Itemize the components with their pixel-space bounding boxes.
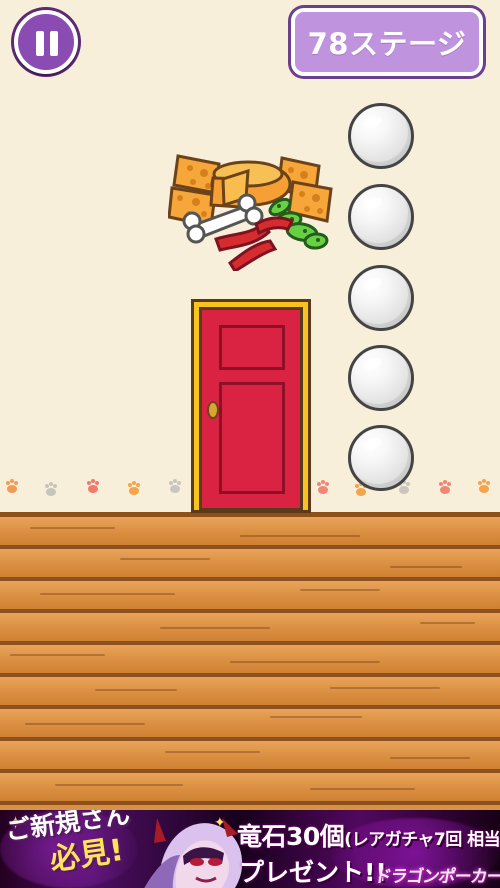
wood-grain: [390, 757, 470, 759]
wood-grain: [310, 788, 415, 790]
paw-icon: [84, 479, 102, 495]
wood-grain: [160, 627, 270, 629]
paw-icon: [3, 479, 21, 495]
paw-icon: [314, 480, 332, 496]
red-door[interactable]: [199, 307, 303, 511]
white-ball-button[interactable]: [348, 265, 414, 331]
wood-grain: [420, 622, 475, 624]
pause-icon: [36, 31, 44, 56]
white-ball-button[interactable]: [348, 184, 414, 250]
wood-grain: [240, 535, 360, 537]
door-panel: [219, 325, 285, 370]
wood-grain: [40, 593, 175, 595]
ad-banner[interactable]: ✦ ✦ ご新規さん 必見! 竜石30個(レアガチャ7回 相当) プレゼント!! …: [0, 810, 500, 888]
wood-grain: [165, 751, 260, 753]
paw-icon: [436, 480, 454, 496]
white-ball-button[interactable]: [348, 103, 414, 169]
pause-button[interactable]: [14, 10, 78, 74]
food-pile: [168, 154, 333, 271]
white-ball-button[interactable]: [348, 425, 414, 491]
wood-grain: [30, 527, 115, 529]
paw-icon: [475, 479, 493, 495]
floor-plank: [0, 581, 500, 613]
paw-icon: [125, 481, 143, 497]
paw-icon: [166, 479, 184, 495]
wood-grain: [330, 687, 440, 689]
pause-icon: [50, 31, 58, 56]
ad-right-line1: 竜石30個(レアガチャ7回 相当): [237, 817, 500, 853]
door-knob[interactable]: [207, 401, 219, 419]
wood-grain: [230, 661, 380, 663]
wood-grain: [390, 566, 462, 568]
floor-plank: [0, 741, 500, 773]
floor-plank: [0, 677, 500, 709]
floor-plank: [0, 613, 500, 645]
door-panel: [219, 382, 285, 494]
game-screen: 78ステージ ✦ ✦ ご新規さん 必見! 竜石30個(レアガチャ7回 相当) プ…: [0, 0, 500, 888]
wood-grain: [55, 784, 183, 786]
floor-plank: [0, 773, 500, 805]
floor-plank: [0, 549, 500, 581]
wood-grain: [120, 558, 210, 560]
wood-grain: [95, 689, 177, 691]
choice-column: [348, 103, 414, 493]
white-ball-button[interactable]: [348, 345, 414, 411]
paw-icon: [42, 482, 60, 498]
ad-logo: ドラゴンポーカー: [372, 867, 500, 887]
ad-character-illustration: [144, 818, 243, 888]
ad-right-main: 竜石30個: [237, 822, 345, 851]
floor-plank: [0, 709, 500, 741]
ad-right-paren: (レアガチャ7回 相当): [344, 830, 500, 850]
floor-plank: [0, 517, 500, 549]
wooden-floor: [0, 512, 500, 810]
wood-grain: [25, 723, 145, 725]
wood-grain: [10, 654, 105, 656]
stage-label: 78ステージ: [291, 8, 483, 76]
floor-plank: [0, 645, 500, 677]
wood-grain: [270, 716, 362, 718]
ad-right-line2: プレゼント!!: [239, 858, 387, 887]
wood-grain: [300, 589, 380, 591]
